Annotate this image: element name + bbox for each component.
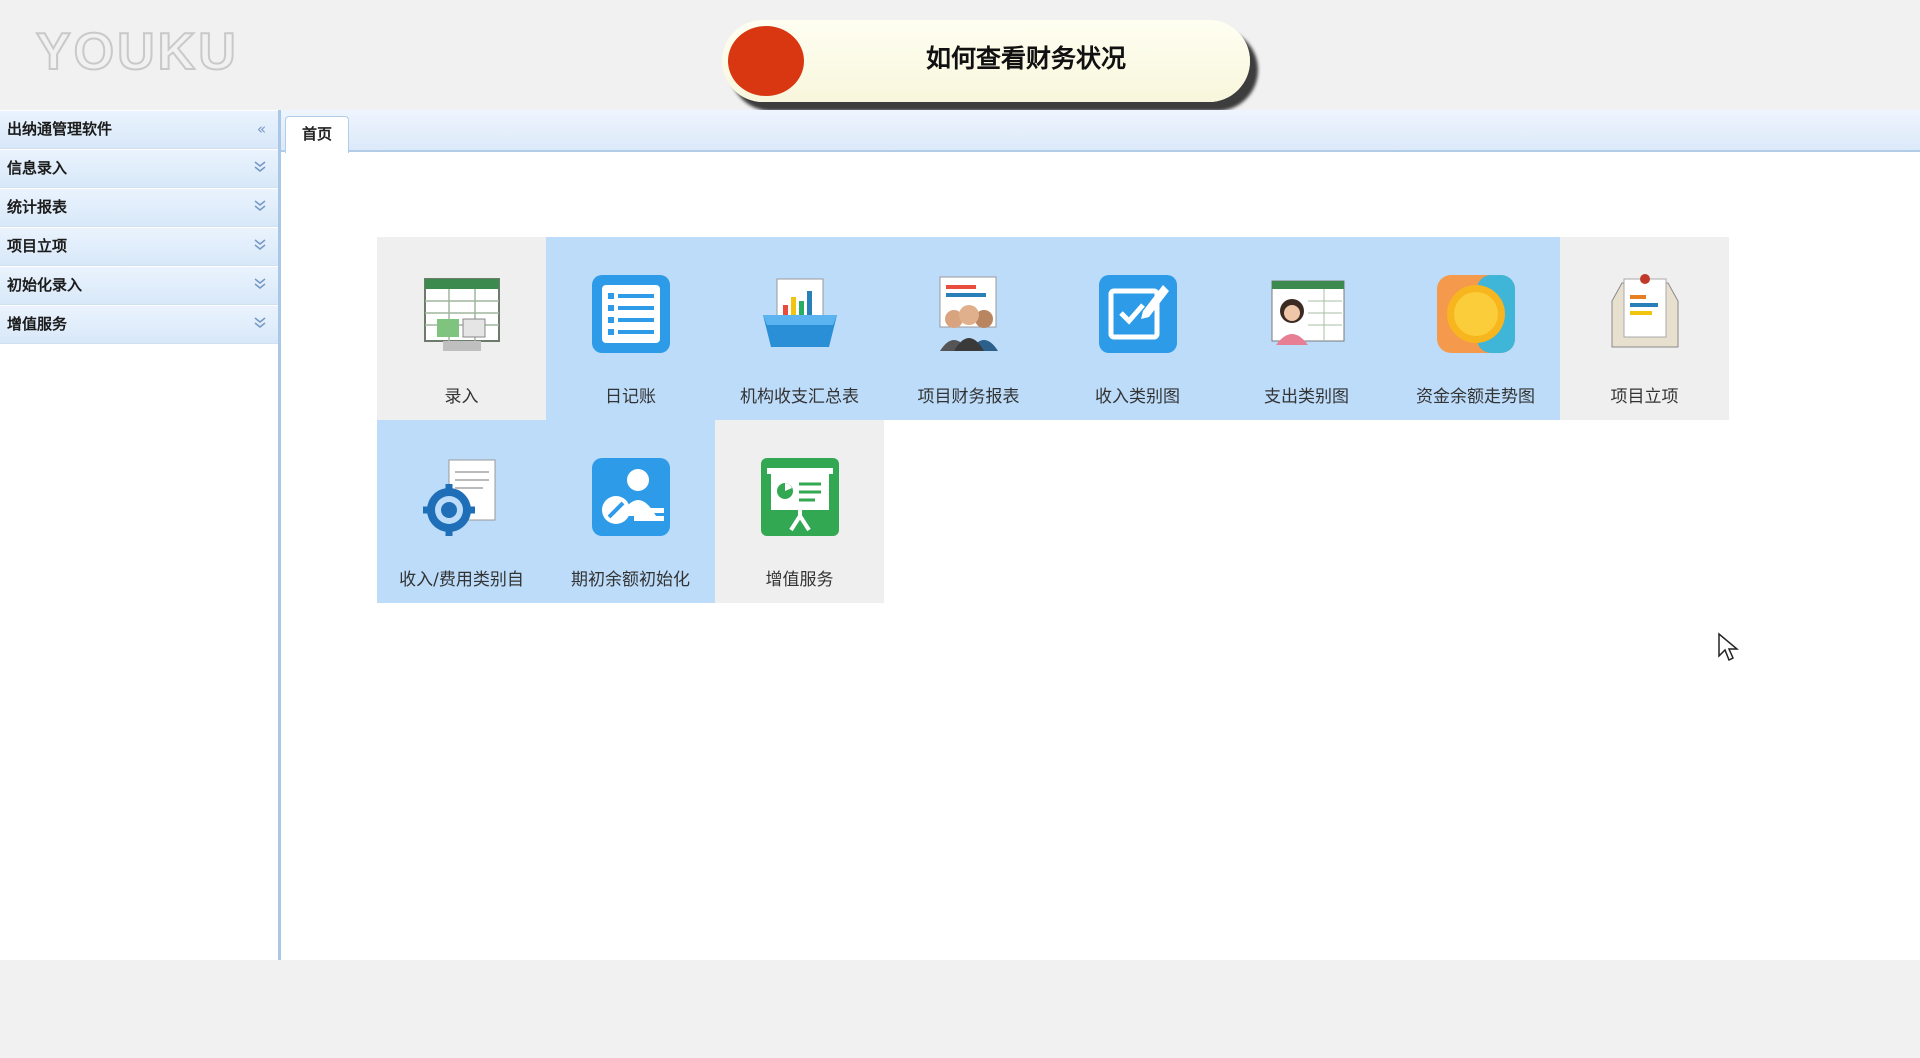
tile-org-summary[interactable]: 机构收支汇总表: [715, 237, 884, 420]
sidebar-item-label: 信息录入: [7, 159, 68, 177]
banner-title: 如何查看财务状况: [925, 44, 1126, 73]
tutorial-banner: 如何查看财务状况: [722, 20, 1250, 102]
sidebar-header-label: 出纳通管理软件: [7, 120, 113, 138]
folder-chart-icon: [763, 278, 837, 347]
sidebar-item-info-entry[interactable]: 信息录入: [0, 149, 278, 188]
tile-value-added[interactable]: 增值服务: [715, 420, 884, 603]
sidebar-item-label: 增值服务: [7, 315, 68, 333]
sidebar-item-label: 项目立项: [7, 237, 68, 255]
tile-income-expense-custom[interactable]: 收入/费用类别自: [377, 420, 546, 603]
tile-label: 机构收支汇总表: [740, 387, 859, 407]
sidebar-item-label: 统计报表: [7, 198, 68, 216]
settings-gear-document-icon: [423, 459, 496, 536]
sidebar-item-projects[interactable]: 项目立项: [0, 227, 278, 266]
sidebar-item-label: 初始化录入: [7, 276, 83, 294]
team-report-icon: [939, 276, 998, 351]
tile-opening-balance[interactable]: 期初余额初始化: [546, 420, 715, 603]
sidebar: 出纳通管理软件 « 信息录入 统计报表 项目立项 初始化录入 增值服务: [0, 110, 281, 960]
double-chevron-left-icon[interactable]: «: [257, 111, 266, 148]
tile-label: 资金余额走势图: [1416, 387, 1535, 407]
double-chevron-down-icon: [254, 267, 266, 304]
tile-expense-category[interactable]: 支出类别图: [1222, 237, 1391, 420]
mouse-cursor-icon: [1718, 632, 1739, 662]
person-chart-icon: [1271, 280, 1345, 345]
tab-bar: 首页: [281, 110, 1920, 153]
user-edit-icon: [592, 458, 670, 536]
tile-label: 支出类别图: [1264, 387, 1349, 407]
tile-journal[interactable]: 日记账: [546, 237, 715, 420]
tab-home[interactable]: 首页: [285, 116, 349, 153]
shortcut-grid: 录入 日记账 机构收支汇总表 项目财务报表 收入类别图 支出类别图 资金余额走势…: [377, 237, 1729, 603]
app-window: 出纳通管理软件 « 信息录入 统计报表 项目立项 初始化录入 增值服务 首页 录…: [0, 110, 1920, 960]
list-document-icon: [592, 275, 670, 353]
tile-balance-trend[interactable]: 资金余额走势图: [1391, 237, 1560, 420]
sidebar-item-init-entry[interactable]: 初始化录入: [0, 266, 278, 305]
youku-watermark-logo: YOUKU: [35, 22, 239, 82]
sidebar-header[interactable]: 出纳通管理软件 «: [0, 110, 278, 149]
double-chevron-down-icon: [254, 189, 266, 226]
tile-project-setup[interactable]: 项目立项: [1560, 237, 1729, 420]
sidebar-item-reports[interactable]: 统计报表: [0, 188, 278, 227]
clipboard-icon: [1611, 274, 1679, 348]
double-chevron-down-icon: [254, 228, 266, 265]
presentation-board-icon: [761, 458, 839, 536]
spreadsheet-entry-icon: [424, 278, 500, 351]
double-chevron-down-icon: [254, 150, 266, 187]
coin-icon: [1437, 275, 1515, 353]
tile-label: 增值服务: [765, 570, 834, 590]
tile-entry[interactable]: 录入: [377, 237, 546, 420]
tile-label: 项目立项: [1610, 387, 1679, 407]
tile-income-category[interactable]: 收入类别图: [1053, 237, 1222, 420]
banner-dot: [728, 26, 804, 96]
double-chevron-down-icon: [254, 306, 266, 343]
tile-label: 录入: [444, 387, 479, 407]
edit-check-icon: [1099, 275, 1177, 353]
tile-label: 项目财务报表: [917, 387, 1020, 407]
sidebar-item-value-added[interactable]: 增值服务: [0, 305, 278, 344]
tile-label: 日记账: [605, 387, 656, 407]
main-content: 首页 录入 日记账 机构收支汇总表 项目财务报表 收入类别图 支出类别图 资金余…: [281, 110, 1920, 960]
tile-project-finance[interactable]: 项目财务报表: [884, 237, 1053, 420]
tile-label: 收入/费用类别自: [399, 570, 524, 590]
tile-label: 期初余额初始化: [571, 570, 690, 590]
tile-label: 收入类别图: [1095, 387, 1180, 407]
